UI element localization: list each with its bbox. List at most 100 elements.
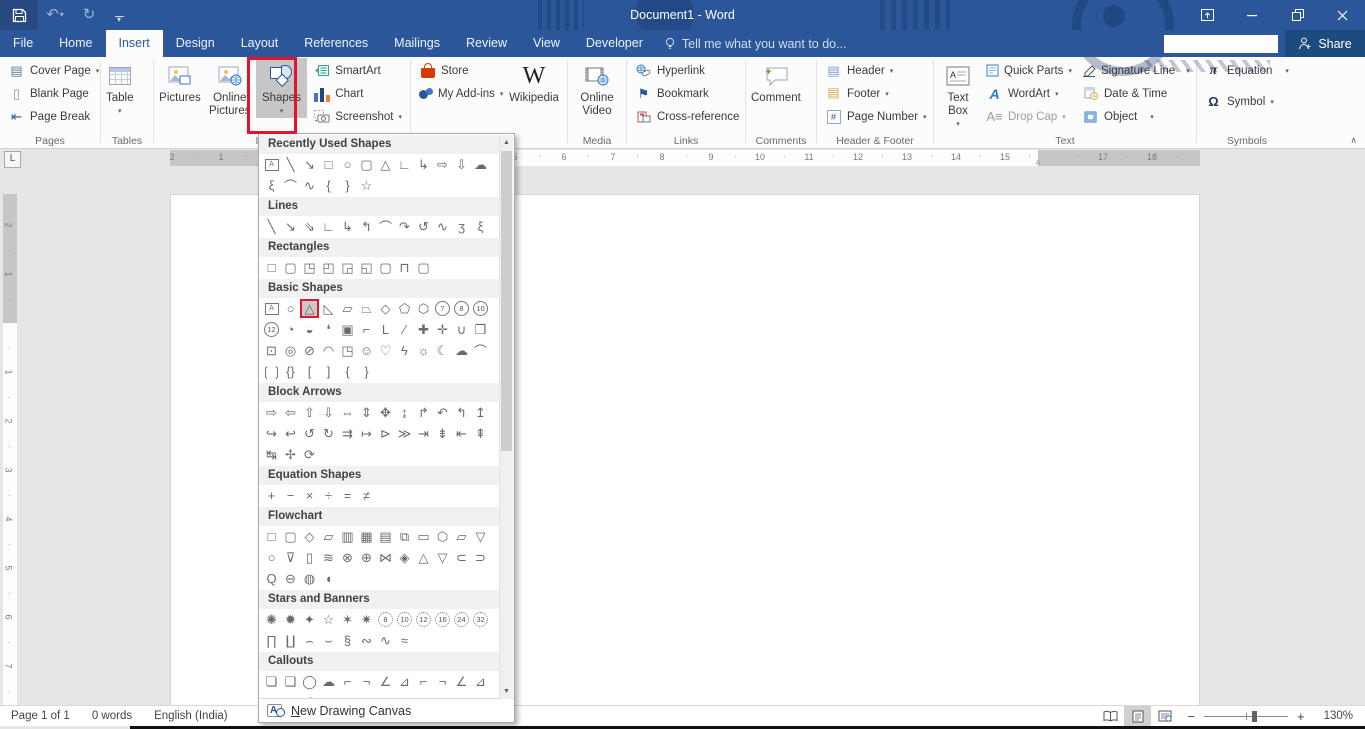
shape-star-4-point[interactable]: ✦ (300, 610, 319, 629)
text-box-button[interactable]: A Text Box▾ (936, 58, 980, 131)
web-layout-button[interactable] (1151, 706, 1178, 726)
shape-pentagon[interactable]: ⬠ (395, 299, 414, 318)
undo-button[interactable]: ↶▾ (38, 0, 72, 30)
shape-star-8-point[interactable]: 8 (376, 610, 395, 629)
shape-bent-up-arrow[interactable]: ↥ (471, 403, 490, 422)
shape-quad-arrow-callout[interactable]: ✢ (281, 445, 300, 464)
shape-rectangle[interactable]: □ (262, 258, 281, 277)
shape-line-callout-2[interactable]: ¬ (357, 672, 376, 691)
shape-star-10-point[interactable]: 10 (395, 610, 414, 629)
zoom-in-button[interactable]: + (1288, 709, 1314, 724)
shape-no-symbol[interactable]: ⊘ (300, 341, 319, 360)
quick-parts-button[interactable]: Quick Parts▾ (980, 59, 1076, 82)
shape-line-callout-1-accent-bar[interactable]: ⌐ (414, 672, 433, 691)
shape-right-brace[interactable]: } (338, 176, 357, 195)
shape-document[interactable]: ▤ (376, 527, 395, 546)
page-count[interactable]: Page 1 of 1 (0, 710, 81, 722)
shape-donut[interactable]: ◎ (281, 341, 300, 360)
search-input[interactable] (1164, 35, 1278, 53)
shape-line-callout-2-accent-bar[interactable]: ¬ (433, 672, 452, 691)
shape-preparation[interactable]: ⬡ (433, 527, 452, 546)
shape-left-up-arrow[interactable]: ↰ (452, 403, 471, 422)
shape-snip-diagonal-corner-rectangle[interactable]: ◲ (338, 258, 357, 277)
language-status[interactable]: English (India) (143, 710, 239, 722)
shape-scribble[interactable]: ξ (262, 176, 281, 195)
shape-double-bracket[interactable]: ❲❳ (262, 362, 281, 381)
shape-line-callout-4-accent-bar[interactable]: ⊿ (471, 672, 490, 691)
tab-layout[interactable]: Layout (228, 30, 292, 57)
store-button[interactable]: Store (413, 59, 503, 82)
shape-pentagon-arrow[interactable]: ⊳ (376, 424, 395, 443)
table-button[interactable]: Table▾ (103, 58, 137, 118)
shape-bent-arrow[interactable]: ↱ (414, 403, 433, 422)
shape-half-frame[interactable]: ⌐ (357, 320, 376, 339)
shape-merge[interactable]: ▽ (433, 548, 452, 567)
customize-quick-access-toolbar-button[interactable]: ▾ (106, 7, 132, 23)
shape-up-arrow-callout[interactable]: ⇞ (471, 424, 490, 443)
shape-down-arrow[interactable]: ⇩ (452, 155, 471, 174)
shape-rounded-rectangle[interactable]: ▢ (357, 155, 376, 174)
shape-vertical-scroll[interactable]: § (338, 631, 357, 650)
shape-line-arrow[interactable]: ↘ (281, 217, 300, 236)
shape-star-7-point[interactable]: ✷ (357, 610, 376, 629)
shape-curved-up-ribbon[interactable]: ⌢ (300, 631, 319, 650)
shape-snip-single-corner-rectangle[interactable]: ◳ (300, 258, 319, 277)
shape-wave[interactable]: ∿ (376, 631, 395, 650)
shape-internal-storage[interactable]: ▦ (357, 527, 376, 546)
shape-circular-arrow[interactable]: ⟳ (300, 445, 319, 464)
shape-chord[interactable]: ◒ (300, 320, 319, 339)
shape-decision[interactable]: ◇ (300, 527, 319, 546)
shape-equal[interactable]: = (338, 486, 357, 505)
tab-review[interactable]: Review (453, 30, 520, 57)
shape-direct-access-storage[interactable]: ◍ (300, 569, 319, 588)
shape-multidocument[interactable]: ⧉ (395, 527, 414, 546)
shape-curved-arrow-connector[interactable]: ↷ (395, 217, 414, 236)
shape-smiley-face[interactable]: ☺ (357, 341, 376, 360)
redo-button[interactable]: ↻ (72, 0, 106, 30)
pictures-button[interactable]: Pictures (156, 58, 204, 105)
shape-predefined-process[interactable]: ▥ (338, 527, 357, 546)
shape-stored-data[interactable]: ⊂ (452, 548, 471, 567)
cross-reference-button[interactable]: Cross-reference (629, 105, 745, 128)
shape-double-wave[interactable]: ≈ (395, 631, 414, 650)
shape-line[interactable]: ╲ (281, 155, 300, 174)
shape-curved-right-arrow[interactable]: ↪ (262, 424, 281, 443)
tab-developer[interactable]: Developer (573, 30, 656, 57)
shape-round-diagonal-corner-rectangle[interactable]: ▢ (414, 258, 433, 277)
shape-line-double-arrow[interactable]: ⇘ (300, 217, 319, 236)
shape-elbow-arrow-connector[interactable]: ↳ (414, 155, 433, 174)
shape-cloud-callout[interactable]: ☁ (319, 672, 338, 691)
shape-folded-corner[interactable]: ◳ (338, 341, 357, 360)
zoom-level[interactable]: 130% (1314, 710, 1365, 722)
shape-data[interactable]: ▱ (319, 527, 338, 546)
shape-left-right-arrow[interactable]: ⇔ (338, 403, 357, 422)
shape-star-5-point[interactable]: ☆ (357, 176, 376, 195)
shape-isosceles-triangle[interactable]: △ (376, 155, 395, 174)
comment-button[interactable]: Comment (748, 58, 804, 105)
shape-isosceles-triangle[interactable]: △ (300, 299, 319, 318)
shape-teardrop[interactable]: ❛ (319, 320, 338, 339)
shape-left-right-arrow-callout[interactable]: ↹ (262, 445, 281, 464)
shape-right-arrow-callout[interactable]: ⇥ (414, 424, 433, 443)
share-button[interactable]: Share (1285, 30, 1365, 57)
shape-double-brace[interactable]: {} (281, 362, 300, 381)
shape-line-callout-1[interactable]: ⌐ (338, 672, 357, 691)
shapes-button[interactable]: Shapes▾ (256, 58, 308, 118)
scroll-down-icon[interactable]: ▼ (500, 684, 513, 699)
shape-magnetic-disk[interactable]: ⊖ (281, 569, 300, 588)
read-mode-button[interactable] (1097, 706, 1124, 726)
shape-snip-same-side-corner-rectangle[interactable]: ◰ (319, 258, 338, 277)
signature-line-button[interactable]: Signature Line▾ (1076, 59, 1194, 82)
shape-line[interactable]: ╲ (262, 217, 281, 236)
smartart-button[interactable]: SmartArt (307, 59, 408, 82)
shape-arc[interactable]: ⌒ (281, 176, 300, 195)
shape-oval[interactable]: ○ (281, 299, 300, 318)
page-number-button[interactable]: #Page Number▾ (819, 105, 932, 128)
shape-oval[interactable]: ○ (338, 155, 357, 174)
shape-arc[interactable]: ⌒ (471, 341, 490, 360)
shape-off-page-connector[interactable]: ⊽ (281, 548, 300, 567)
shape-minus[interactable]: − (281, 486, 300, 505)
shape-extract[interactable]: △ (414, 548, 433, 567)
save-button[interactable] (0, 0, 38, 30)
shape-line-callout-4[interactable]: ⊿ (395, 672, 414, 691)
